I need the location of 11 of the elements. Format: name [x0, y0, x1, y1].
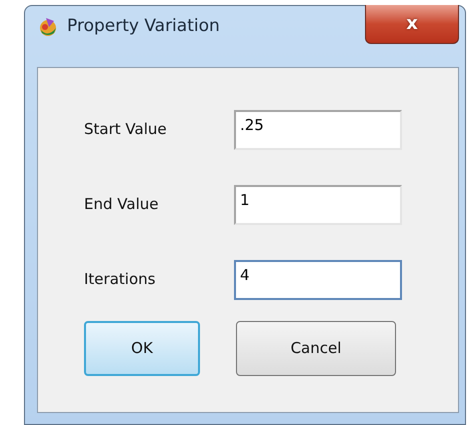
ok-button[interactable]: OK	[84, 321, 200, 376]
app-icon	[37, 16, 59, 38]
input-field[interactable]: .25	[234, 110, 402, 150]
input-field[interactable]: 4	[234, 260, 402, 300]
field-label: Iterations	[84, 269, 156, 290]
field-label: End Value	[84, 194, 160, 216]
close-button[interactable]: x	[365, 5, 459, 44]
cancel-button[interactable]: Cancel	[236, 321, 396, 376]
window-title: Property Variation	[67, 15, 220, 38]
input-field[interactable]: 1	[234, 184, 402, 224]
field-label: Start Value	[84, 119, 168, 140]
